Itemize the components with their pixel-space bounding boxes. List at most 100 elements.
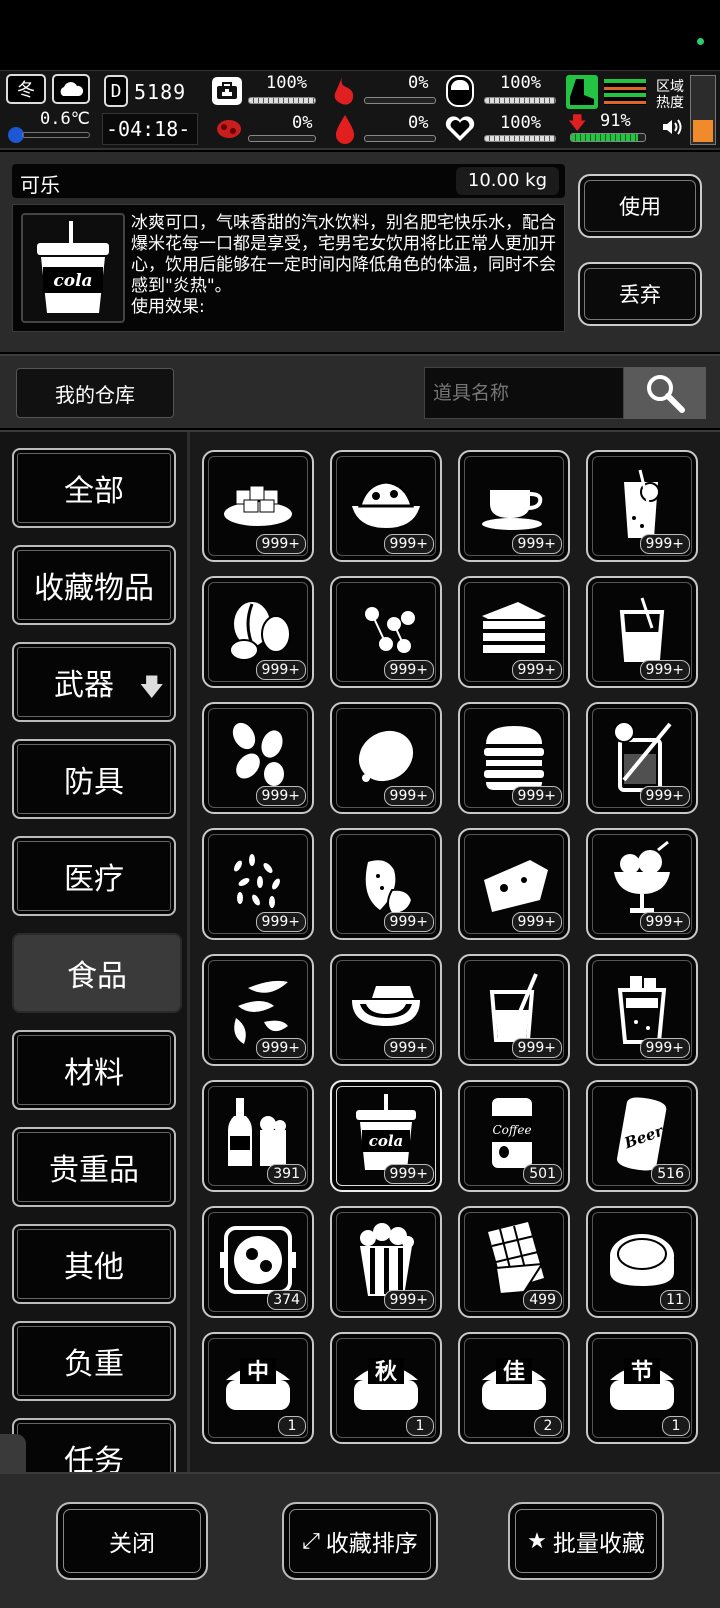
favorite-sort-label: 收藏排序: [325, 1531, 418, 1557]
search-icon: [647, 375, 685, 413]
category-7[interactable]: 贵重品: [12, 1127, 176, 1207]
inventory-slot[interactable]: 999+: [586, 450, 698, 562]
discard-button[interactable]: 丢弃: [578, 262, 702, 326]
category-8[interactable]: 其他: [12, 1224, 176, 1304]
item-grid[interactable]: 999+ 999+ 999+ 999+ 999+ 999+ 999+ 999+ 999+ 999+…: [200, 448, 710, 1474]
item-count-badge: 1: [662, 1416, 690, 1436]
inventory-slot[interactable]: 999+: [586, 702, 698, 814]
inventory-body: 全部 收藏物品 武器 🡇 防具 医疗 食品 材料 贵重品 其他 负重 任务 999+ 999+ 999+ 9…: [0, 430, 720, 1474]
item-count-badge: 1: [406, 1416, 434, 1436]
blood-bar: [364, 135, 436, 142]
item-search-input[interactable]: [424, 367, 624, 419]
category-6[interactable]: 材料: [12, 1030, 176, 1110]
inventory-slot[interactable]: 999+: [458, 954, 570, 1066]
inventory-slot[interactable]: 999+: [330, 450, 442, 562]
item-count-badge: 999+: [383, 1290, 434, 1310]
inventory-slot[interactable]: Beer 516: [586, 1080, 698, 1192]
inventory-slot[interactable]: cola 999+: [330, 1080, 442, 1192]
pill-icon: [446, 75, 474, 107]
item-count-badge: 999+: [639, 786, 690, 806]
svg-text:秋: 秋: [375, 1360, 398, 1385]
inventory-slot[interactable]: 391: [202, 1080, 314, 1192]
inventory-slot[interactable]: 999+: [330, 576, 442, 688]
item-name: 可乐: [20, 173, 60, 197]
inventory-slot[interactable]: 11: [586, 1206, 698, 1318]
svg-text:佳: 佳: [503, 1360, 525, 1385]
category-list[interactable]: 全部收藏物品武器 🡇 防具医疗食品材料贵重品其他负重任务: [0, 432, 190, 1474]
inventory-slot[interactable]: 999+: [458, 702, 570, 814]
category-label: 材料: [64, 1056, 124, 1091]
inventory-slot[interactable]: 999+: [586, 828, 698, 940]
inventory-slot[interactable]: Coffee 501: [458, 1080, 570, 1192]
inventory-slot[interactable]: 999+: [330, 954, 442, 1066]
infection-bar: [248, 135, 316, 142]
item-count-badge: 999+: [511, 534, 562, 554]
speaker-icon[interactable]: [660, 115, 684, 139]
bottom-action-bar: 关闭 ⤢ 收藏排序 ★ 批量收藏: [0, 1472, 720, 1608]
energy-bar: [570, 133, 646, 142]
inventory-slot[interactable]: 佳2: [458, 1332, 570, 1444]
search-button[interactable]: [624, 367, 706, 419]
item-count-badge: 999+: [255, 1038, 306, 1058]
inventory-slot[interactable]: 999+: [202, 702, 314, 814]
category-2[interactable]: 武器 🡇: [12, 642, 176, 722]
close-button[interactable]: 关闭: [56, 1502, 208, 1580]
item-count-badge: 391: [267, 1164, 306, 1184]
category-label: 医疗: [64, 862, 124, 897]
inventory-slot[interactable]: 999+: [202, 450, 314, 562]
zone-heat-label: 区域 热度: [656, 79, 684, 111]
inventory-slot[interactable]: 999+: [458, 828, 570, 940]
category-label: 任务: [64, 1444, 124, 1474]
item-count-badge: 999+: [511, 660, 562, 680]
item-count-badge: 999+: [255, 660, 306, 680]
category-0[interactable]: 全部: [12, 448, 176, 528]
cola-cup-icon: cola: [21, 213, 125, 323]
inventory-slot[interactable]: 中1: [202, 1332, 314, 1444]
inventory-slot[interactable]: 999+: [202, 954, 314, 1066]
category-10[interactable]: 任务: [12, 1418, 176, 1474]
inventory-slot[interactable]: 999+: [586, 576, 698, 688]
inventory-slot[interactable]: 999+: [202, 576, 314, 688]
inventory-slot[interactable]: 节1: [586, 1332, 698, 1444]
batch-favorite-button[interactable]: ★ 批量收藏: [508, 1502, 664, 1580]
inventory-slot[interactable]: 999+: [202, 828, 314, 940]
inventory-slot[interactable]: 999+: [458, 450, 570, 562]
item-count-badge: 516: [651, 1164, 690, 1184]
item-count-badge: 999+: [255, 912, 306, 932]
inventory-slot[interactable]: 999+: [458, 576, 570, 688]
inventory-slot[interactable]: 999+: [330, 828, 442, 940]
use-button[interactable]: 使用: [578, 174, 702, 238]
health-bar: [248, 97, 316, 104]
my-warehouse-tab[interactable]: 我的仓库: [16, 368, 174, 418]
close-label: 关闭: [109, 1531, 155, 1557]
item-description: 冰爽可口，气味香甜的汽水饮料，别名肥宅快乐水，配合爆米花每一口都是享受，宅男宅女…: [131, 213, 556, 296]
svg-text:Coffee: Coffee: [492, 1123, 531, 1137]
item-count-badge: 999+: [255, 786, 306, 806]
star-icon: ★: [527, 1528, 547, 1554]
item-count-badge: 499: [523, 1290, 562, 1310]
stomach-bar: [364, 97, 436, 104]
system-status-bar: [0, 0, 720, 70]
category-4[interactable]: 医疗: [12, 836, 176, 916]
inventory-slot[interactable]: 374: [202, 1206, 314, 1318]
inventory-slot[interactable]: 499: [458, 1206, 570, 1318]
item-description-text: 冰爽可口，气味香甜的汽水饮料，别名肥宅快乐水，配合爆米花每一口都是享受，宅男宅女…: [131, 213, 561, 318]
category-9[interactable]: 负重: [12, 1321, 176, 1401]
inventory-slot[interactable]: 999+: [586, 954, 698, 1066]
item-count-badge: 999+: [383, 1164, 434, 1184]
favorite-sort-button[interactable]: ⤢ 收藏排序: [282, 1502, 438, 1580]
inventory-slot[interactable]: 999+: [330, 1206, 442, 1318]
digest-percent: 100%: [500, 73, 541, 93]
item-count-badge: 999+: [383, 912, 434, 932]
category-5[interactable]: 食品: [12, 933, 182, 1013]
inventory-slot[interactable]: 秋1: [330, 1332, 442, 1444]
item-count-badge: 999+: [639, 912, 690, 932]
blood-drop-icon: [334, 113, 356, 145]
inventory-slot[interactable]: 999+: [330, 702, 442, 814]
category-3[interactable]: 防具: [12, 739, 176, 819]
svg-text:节: 节: [631, 1360, 653, 1385]
category-1[interactable]: 收藏物品: [12, 545, 176, 625]
category-label: 贵重品: [49, 1153, 139, 1188]
temperature-readout: 0.6℃: [40, 109, 90, 129]
digest-bar: [484, 97, 556, 104]
